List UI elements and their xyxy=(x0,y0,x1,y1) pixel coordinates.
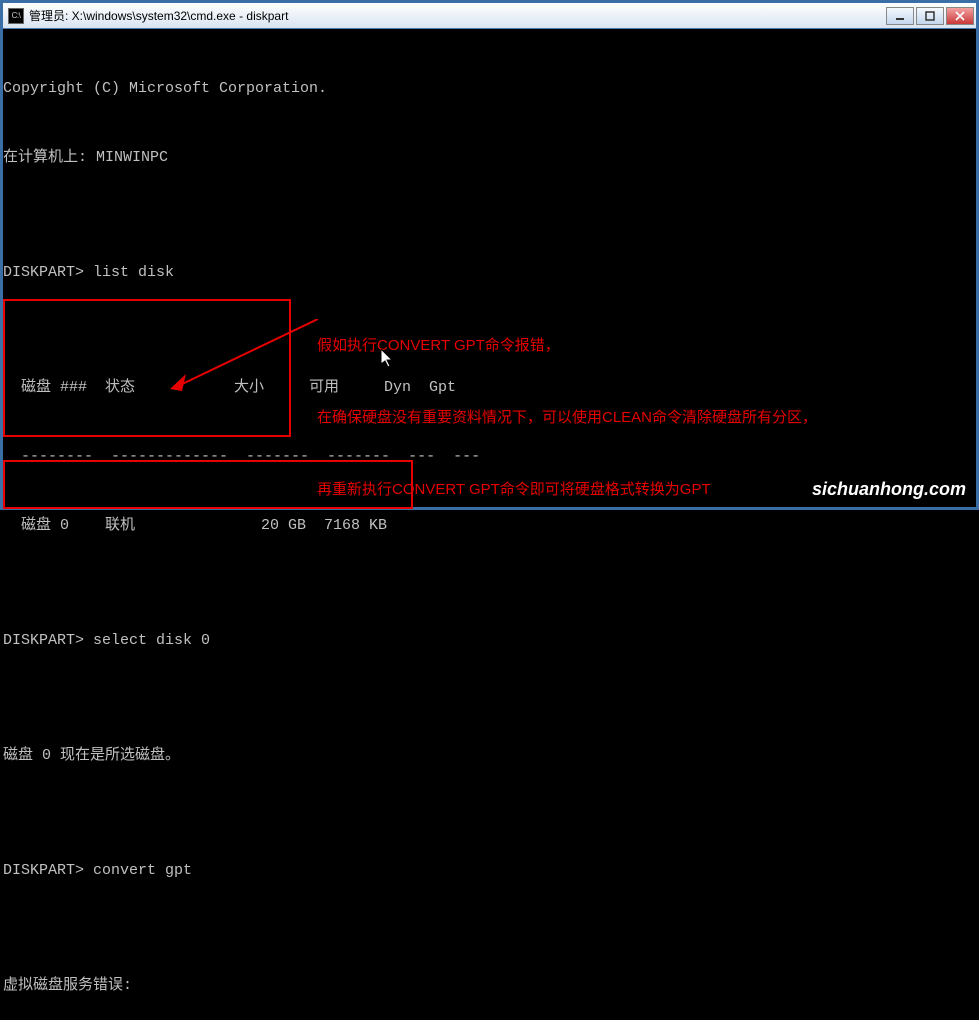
terminal-line: Copyright (C) Microsoft Corporation. xyxy=(3,77,976,100)
window-controls xyxy=(886,7,974,25)
annotation-text: 假如执行CONVERT GPT命令报错， 在确保硬盘没有重要资料情况下，可以使用… xyxy=(317,286,817,550)
cmd-window: C:\ 管理员: X:\windows\system32\cmd.exe - d… xyxy=(0,0,979,510)
terminal-line: DISKPART> list disk xyxy=(3,261,976,284)
annotation-arrow xyxy=(168,319,328,419)
maximize-button[interactable] xyxy=(916,7,944,25)
titlebar[interactable]: C:\ 管理员: X:\windows\system32\cmd.exe - d… xyxy=(3,3,976,29)
minimize-button[interactable] xyxy=(886,7,914,25)
window-title: 管理员: X:\windows\system32\cmd.exe - diskp… xyxy=(29,7,886,24)
watermark: sichuanhong.com xyxy=(812,478,966,501)
terminal-line: DISKPART> convert gpt xyxy=(3,859,976,882)
close-button[interactable] xyxy=(946,7,974,25)
terminal-line: DISKPART> select disk 0 xyxy=(3,629,976,652)
highlight-box-1 xyxy=(3,299,291,437)
cmd-icon: C:\ xyxy=(8,8,24,24)
annotation-line: 在确保硬盘没有重要资料情况下，可以使用CLEAN命令清除硬盘所有分区， xyxy=(317,406,817,430)
terminal-output[interactable]: Copyright (C) Microsoft Corporation. 在计算… xyxy=(3,29,976,507)
terminal-line: 在计算机上: MINWINPC xyxy=(3,146,976,169)
terminal-line: 虚拟磁盘服务错误: xyxy=(3,974,976,997)
terminal-line: 磁盘 0 现在是所选磁盘。 xyxy=(3,744,976,767)
annotation-line: 再重新执行CONVERT GPT命令即可将硬盘格式转换为GPT xyxy=(317,478,817,502)
annotation-line: 假如执行CONVERT GPT命令报错， xyxy=(317,334,817,358)
